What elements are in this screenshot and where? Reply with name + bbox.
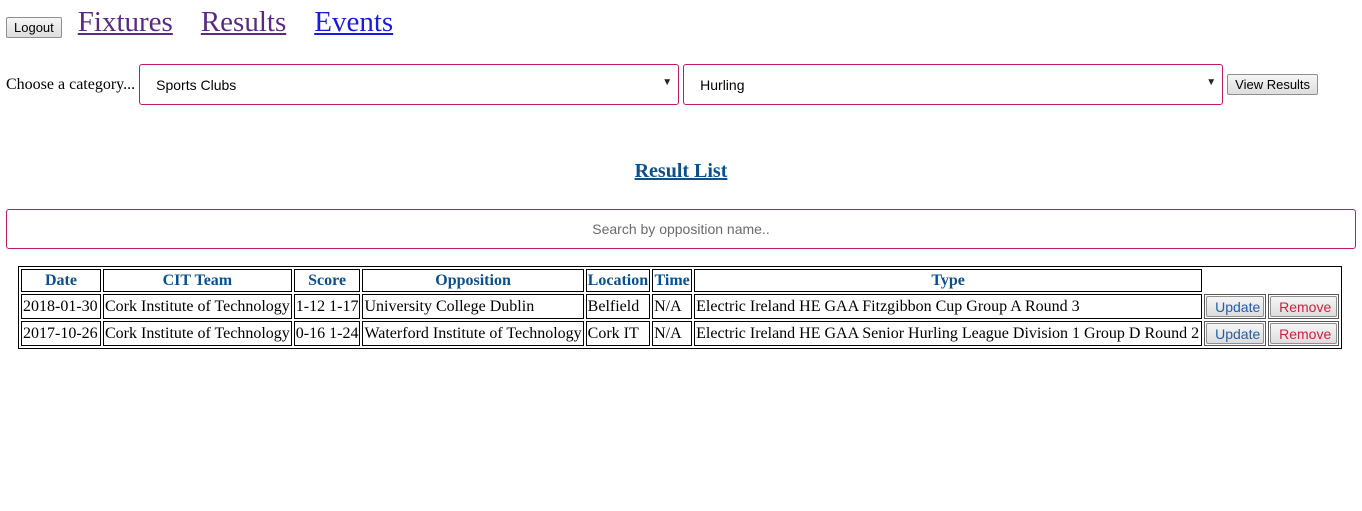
cell-time: N/A bbox=[652, 321, 693, 346]
sport-select-value: Hurling bbox=[700, 76, 745, 93]
cell-location: Belfield bbox=[585, 294, 651, 319]
cell-date: 2017-10-26 bbox=[21, 321, 101, 346]
chevron-down-icon: ▼ bbox=[662, 77, 673, 88]
cell-team: Cork Institute of Technology bbox=[103, 321, 292, 346]
column-header-date: Date bbox=[21, 269, 101, 292]
cell-remove: Remove bbox=[1268, 321, 1340, 346]
top-nav: Logout Fixtures Results Events bbox=[6, 0, 393, 45]
category-select[interactable]: Sports Clubs ▼ bbox=[139, 64, 680, 105]
chevron-down-icon: ▼ bbox=[1206, 77, 1217, 88]
column-header-score: Score bbox=[293, 269, 361, 292]
opposition-search-input[interactable]: Search by opposition name.. bbox=[6, 209, 1356, 249]
cell-date: 2018-01-30 bbox=[21, 294, 101, 319]
results-table: Date CIT Team Score Opposition Location … bbox=[18, 266, 1343, 349]
update-button[interactable]: Update bbox=[1206, 323, 1265, 344]
update-button[interactable]: Update bbox=[1206, 296, 1265, 317]
sport-select[interactable]: Hurling ▼ bbox=[683, 64, 1224, 105]
table-row: 2018-01-30 Cork Institute of Technology … bbox=[21, 294, 1340, 319]
cell-opposition: University College Dublin bbox=[362, 294, 584, 319]
category-select-value: Sports Clubs bbox=[156, 76, 237, 93]
nav-link-events[interactable]: Events bbox=[314, 6, 393, 39]
remove-button[interactable]: Remove bbox=[1270, 296, 1338, 317]
cell-score: 1-12 1-17 bbox=[293, 294, 361, 319]
view-results-button[interactable]: View Results bbox=[1227, 74, 1319, 95]
nav-link-results[interactable]: Results bbox=[201, 6, 286, 39]
cell-type: Electric Ireland HE GAA Senior Hurling L… bbox=[694, 321, 1203, 346]
cell-opposition: Waterford Institute of Technology bbox=[362, 321, 584, 346]
cell-type: Electric Ireland HE GAA Fitzgibbon Cup G… bbox=[694, 294, 1203, 319]
result-list-title: Result List bbox=[634, 160, 728, 182]
cell-time: N/A bbox=[652, 294, 693, 319]
column-header-update bbox=[1204, 269, 1266, 292]
remove-button[interactable]: Remove bbox=[1270, 323, 1338, 344]
search-placeholder: Search by opposition name.. bbox=[592, 221, 770, 237]
nav-link-fixtures[interactable]: Fixtures bbox=[78, 6, 173, 39]
cell-score: 0-16 1-24 bbox=[293, 321, 361, 346]
column-header-location: Location bbox=[585, 269, 651, 292]
cell-location: Cork IT bbox=[585, 321, 651, 346]
column-header-time: Time bbox=[652, 269, 693, 292]
cell-remove: Remove bbox=[1268, 294, 1340, 319]
column-header-cit-team: CIT Team bbox=[103, 269, 292, 292]
column-header-remove bbox=[1268, 269, 1339, 292]
cell-update: Update bbox=[1204, 294, 1267, 319]
column-header-opposition: Opposition bbox=[362, 269, 584, 292]
cell-update: Update bbox=[1204, 321, 1267, 346]
choose-category-label: Choose a category... bbox=[6, 75, 136, 93]
cell-team: Cork Institute of Technology bbox=[103, 294, 292, 319]
logout-button[interactable]: Logout bbox=[6, 16, 62, 38]
table-row: 2017-10-26 Cork Institute of Technology … bbox=[21, 321, 1340, 346]
column-header-type: Type bbox=[694, 269, 1203, 292]
filter-row: Choose a category... Sports Clubs ▼ Hurl… bbox=[6, 63, 1319, 106]
table-header-row: Date CIT Team Score Opposition Location … bbox=[21, 269, 1339, 292]
